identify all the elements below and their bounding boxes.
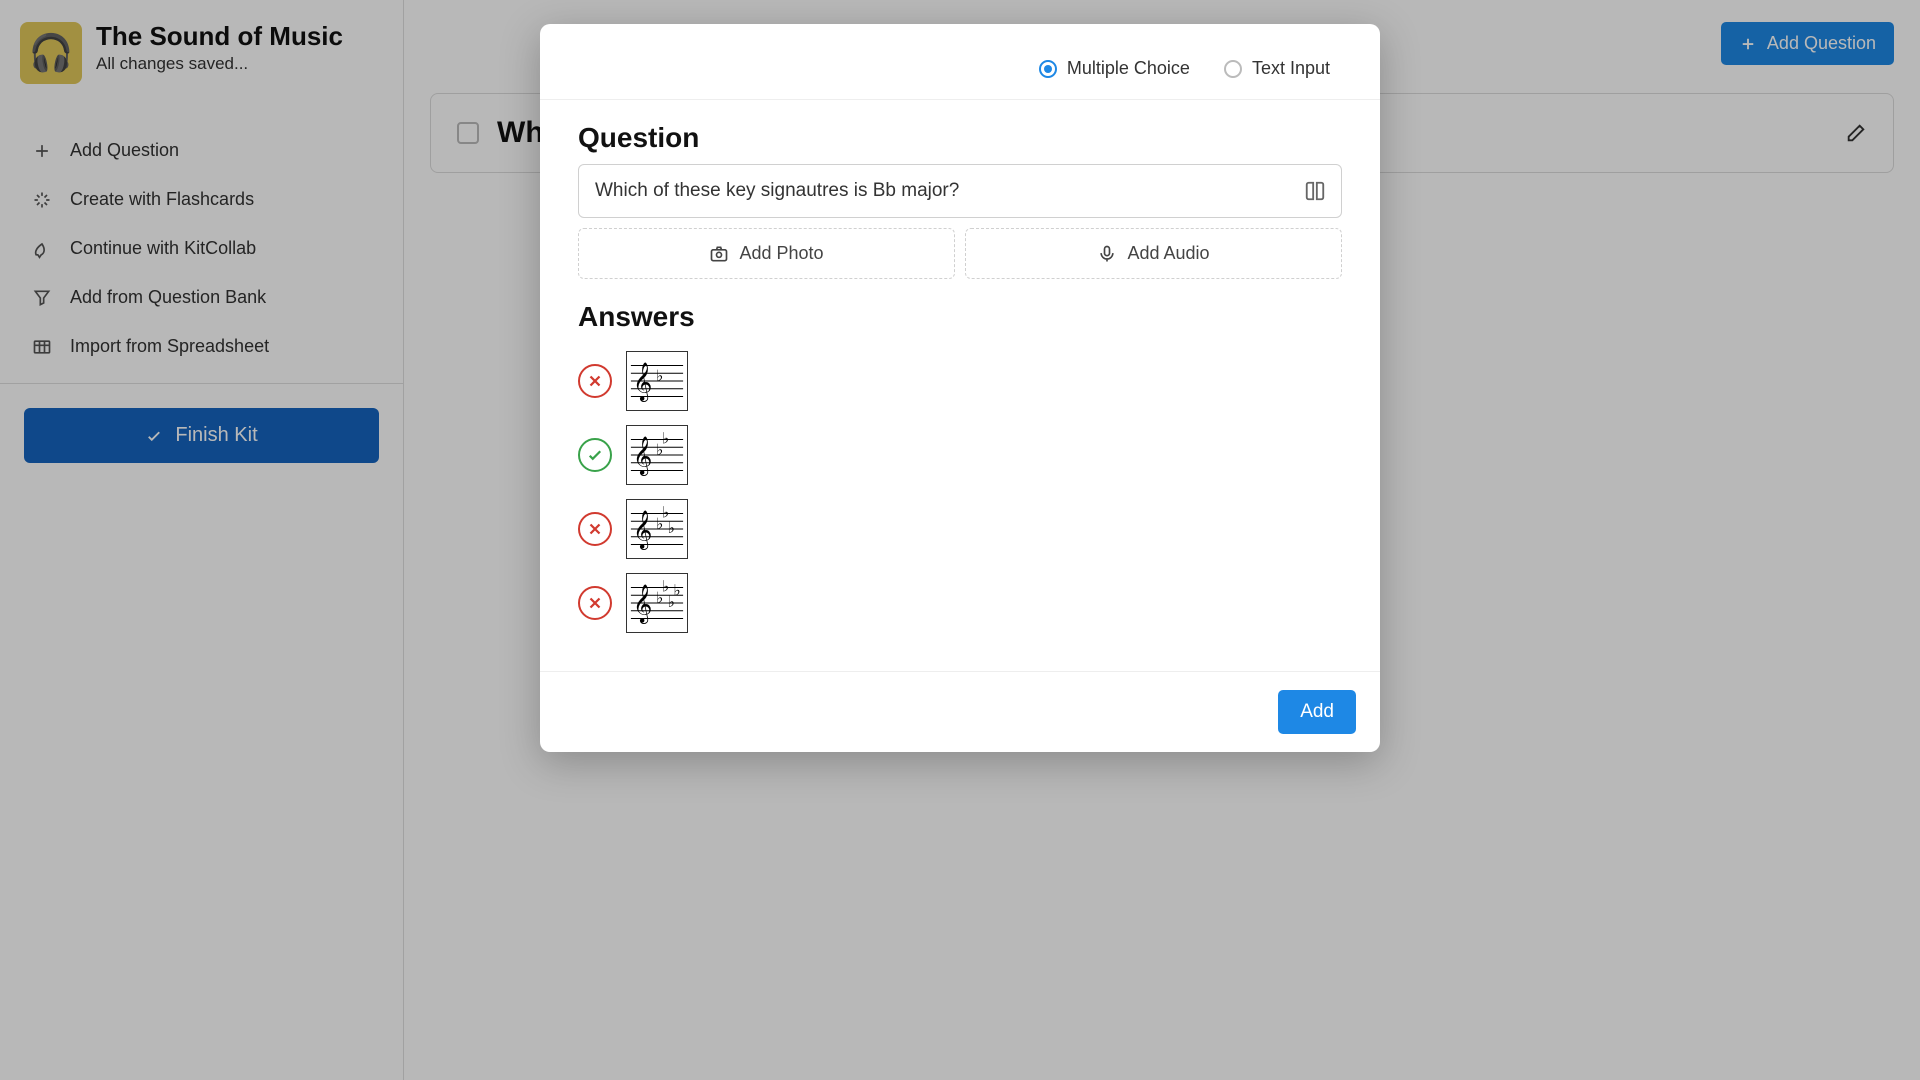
- answer-image[interactable]: 𝄞♭: [626, 351, 688, 411]
- question-heading: Question: [578, 122, 1342, 154]
- answers-heading: Answers: [578, 301, 1342, 333]
- qtype-text-input[interactable]: Text Input: [1224, 58, 1330, 79]
- answers-list: 𝄞♭𝄞♭♭𝄞♭♭♭𝄞♭♭♭♭: [578, 351, 1342, 647]
- question-type-selector: Multiple Choice Text Input: [540, 52, 1380, 99]
- svg-text:♭: ♭: [673, 582, 680, 599]
- answer-mark-wrong[interactable]: [578, 512, 612, 546]
- camera-icon: [709, 244, 729, 264]
- svg-text:♭: ♭: [662, 430, 669, 447]
- qtype-label: Text Input: [1252, 58, 1330, 79]
- answer-row: 𝄞♭♭: [578, 425, 1342, 485]
- svg-text:𝄞: 𝄞: [633, 585, 652, 625]
- radio-icon: [1224, 60, 1242, 78]
- svg-text:𝄞: 𝄞: [633, 437, 652, 477]
- svg-text:♭: ♭: [668, 520, 675, 537]
- add-photo-button[interactable]: Add Photo: [578, 228, 955, 279]
- add-button[interactable]: Add: [1278, 690, 1356, 734]
- mic-icon: [1097, 244, 1117, 264]
- answer-mark-correct[interactable]: [578, 438, 612, 472]
- svg-text:𝄞: 𝄞: [633, 511, 652, 551]
- answer-image[interactable]: 𝄞♭♭: [626, 425, 688, 485]
- modal-footer: Add: [540, 671, 1380, 752]
- divider: [540, 99, 1380, 100]
- svg-text:♭: ♭: [662, 578, 669, 595]
- qtype-multiple-choice[interactable]: Multiple Choice: [1039, 58, 1190, 79]
- add-question-modal: Multiple Choice Text Input Question Add …: [540, 24, 1380, 752]
- add-audio-label: Add Audio: [1127, 243, 1209, 264]
- svg-text:𝄞: 𝄞: [633, 363, 652, 403]
- svg-text:♭: ♭: [662, 504, 669, 521]
- answer-mark-wrong[interactable]: [578, 586, 612, 620]
- add-audio-button[interactable]: Add Audio: [965, 228, 1342, 279]
- qtype-label: Multiple Choice: [1067, 58, 1190, 79]
- answer-row: 𝄞♭: [578, 351, 1342, 411]
- answer-image[interactable]: 𝄞♭♭♭: [626, 499, 688, 559]
- svg-text:♭: ♭: [656, 368, 663, 385]
- radio-icon: [1039, 60, 1057, 78]
- answer-image[interactable]: 𝄞♭♭♭♭: [626, 573, 688, 633]
- modal-overlay[interactable]: Multiple Choice Text Input Question Add …: [0, 0, 1920, 1080]
- answer-row: 𝄞♭♭♭: [578, 499, 1342, 559]
- book-icon[interactable]: [1304, 180, 1326, 202]
- add-photo-label: Add Photo: [739, 243, 823, 264]
- answer-row: 𝄞♭♭♭♭: [578, 573, 1342, 633]
- answer-mark-wrong[interactable]: [578, 364, 612, 398]
- question-input[interactable]: [578, 164, 1342, 218]
